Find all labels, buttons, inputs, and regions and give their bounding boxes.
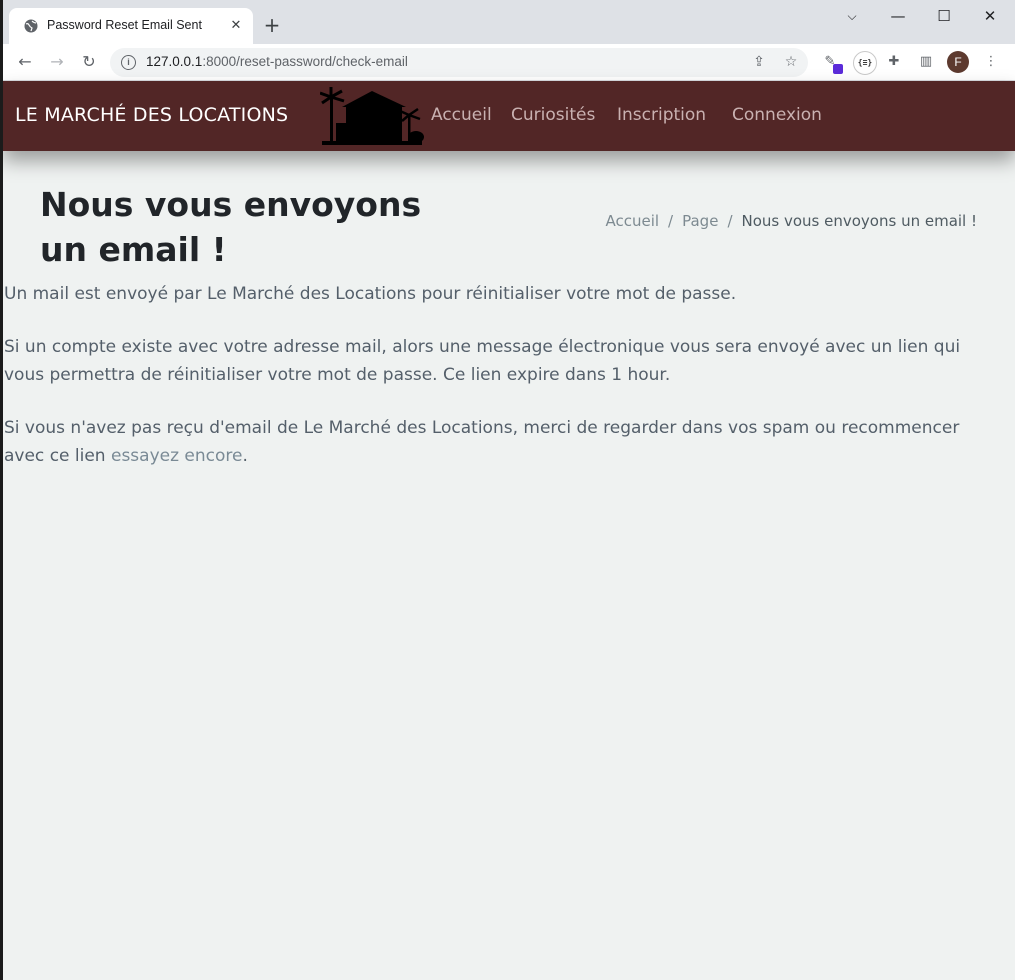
json-viewer-extension-icon[interactable]: {≡} [853, 51, 877, 75]
nav-link-inscription[interactable]: Inscription [617, 105, 706, 125]
tab-search-chevron-icon[interactable]: ⌵ [839, 4, 865, 28]
not-received-message: Si vous n'avez pas reçu d'email de Le Ma… [4, 414, 1004, 470]
breadcrumb-page[interactable]: Page [682, 212, 718, 230]
page-title: Nous vous envoyons un email ! [40, 185, 422, 269]
browser-menu-icon[interactable]: ⋮ [981, 52, 1001, 72]
nav-link-connexion[interactable]: Connexion [732, 105, 822, 125]
sentence-end: . [242, 446, 248, 466]
site-brand[interactable]: LE MARCHÉ DES LOCATIONS [15, 104, 288, 126]
account-exists-message: Si un compte existe avec votre adresse m… [4, 337, 961, 385]
breadcrumb-separator: / [727, 212, 733, 230]
back-arrow-icon[interactable]: ← [14, 51, 36, 73]
nav-link-accueil[interactable]: Accueil [431, 105, 492, 125]
tab-strip: Password Reset Email Sent ✕ + ⌵ — ☐ ✕ [3, 0, 1015, 44]
forward-arrow-icon[interactable]: → [46, 51, 68, 73]
house-palm-logo-icon [320, 87, 424, 145]
browser-window: Password Reset Email Sent ✕ + ⌵ — ☐ ✕ ← … [3, 0, 1015, 980]
close-window-icon[interactable]: ✕ [977, 4, 1003, 28]
breadcrumb-current: Nous vous envoyons un email ! [741, 212, 978, 230]
new-tab-plus-icon[interactable]: + [261, 14, 283, 36]
reload-icon[interactable]: ↻ [78, 51, 100, 73]
extension-badge [833, 64, 843, 74]
email-sent-message: Un mail est envoyé par Le Marché des Loc… [4, 284, 737, 304]
globe-icon [24, 19, 38, 33]
tab-title: Password Reset Email Sent [47, 18, 202, 32]
url-text[interactable]: 127.0.0.1:8000/reset-password/check-emai… [146, 54, 408, 69]
browser-tab[interactable]: Password Reset Email Sent ✕ [9, 8, 253, 44]
site-navbar: LE MARCHÉ DES LOCATIONS Accueil Curiosit… [3, 81, 1015, 151]
extensions-puzzle-icon[interactable]: ✚ [884, 52, 904, 72]
minimize-icon[interactable]: — [885, 4, 911, 28]
site-info-icon[interactable]: i [121, 55, 136, 70]
share-icon[interactable]: ⇪ [750, 53, 768, 71]
breadcrumb-accueil[interactable]: Accueil [605, 212, 659, 230]
side-panel-icon[interactable]: ▥ [916, 52, 936, 72]
maximize-icon[interactable]: ☐ [931, 4, 957, 28]
breadcrumb-separator: / [668, 212, 674, 230]
nav-link-curiosites[interactable]: Curiosités [511, 105, 595, 125]
tab-close-icon[interactable]: ✕ [227, 17, 245, 35]
profile-avatar[interactable]: F [947, 51, 969, 73]
breadcrumb: Accueil / Page / Nous vous envoyons un email… [605, 212, 977, 230]
bookmark-star-icon[interactable]: ☆ [782, 53, 800, 71]
address-bar[interactable]: i 127.0.0.1:8000/reset-password/check-em… [110, 48, 808, 77]
retry-link[interactable]: essayez encore [111, 446, 243, 466]
